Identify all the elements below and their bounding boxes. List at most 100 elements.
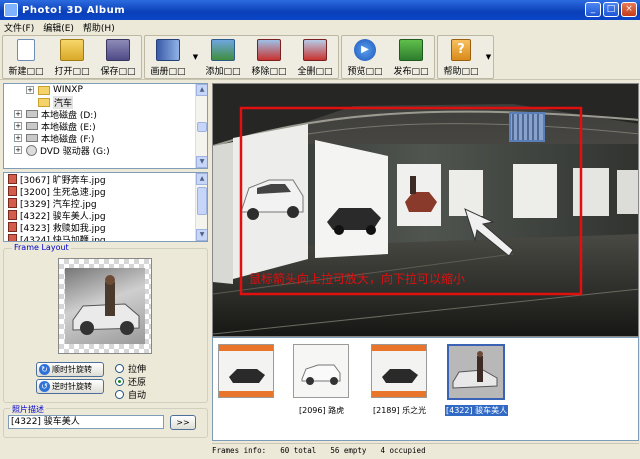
save-button[interactable]: 保存□□ xyxy=(95,36,141,78)
new-document-icon xyxy=(17,39,35,61)
list-item[interactable]: [3067] 旷野奔车.jpg xyxy=(4,173,207,186)
album-3d-view[interactable]: 鼠标箭头向上拉可放大，向下拉可以缩小 xyxy=(212,83,639,337)
thumbnail-item-selected[interactable] xyxy=(447,344,505,400)
list-item[interactable]: [4322] 骏车美人.jpg xyxy=(4,209,207,222)
list-item[interactable]: [3329] 汽车控.jpg xyxy=(4,197,207,210)
preview-photo xyxy=(65,268,145,344)
drive-icon xyxy=(26,122,38,130)
rotate-counterclockwise-icon: ↺ xyxy=(39,381,50,392)
rotate-counterclockwise-button[interactable]: ↺ 逆时针旋转 xyxy=(36,379,104,394)
image-file-icon xyxy=(8,186,17,196)
scene-graphic xyxy=(213,84,638,336)
album-icon xyxy=(156,39,180,61)
help-dropdown-arrow[interactable]: ▼ xyxy=(484,36,493,78)
publish-button[interactable]: 发布□□ xyxy=(388,36,434,78)
thumbnail-item[interactable] xyxy=(293,344,349,398)
add-image-icon xyxy=(211,39,235,61)
expand-icon[interactable]: + xyxy=(14,122,22,130)
thumbnail-caption: [2189] 乐之光 xyxy=(373,406,427,415)
scroll-up-icon[interactable]: ▲ xyxy=(196,84,207,96)
radio-circle-selected[interactable] xyxy=(115,377,124,386)
thumbnail-image xyxy=(372,345,426,397)
thumbnail-strip[interactable]: [2096] 路虎 [2189] 乐之光 [4322] 骏车美人 xyxy=(212,337,639,441)
frame-layout-title: Frame Layout xyxy=(12,243,71,252)
close-button[interactable]: × xyxy=(621,2,637,17)
tree-item[interactable]: + 本地磁盘 (F:) xyxy=(4,132,207,145)
scroll-down-icon[interactable]: ▼ xyxy=(196,156,207,168)
scroll-down-icon[interactable]: ▼ xyxy=(196,229,207,241)
scroll-thumb[interactable] xyxy=(197,122,207,132)
tree-item[interactable]: + 本地磁盘 (E:) xyxy=(4,120,207,133)
app-icon xyxy=(4,3,18,17)
scroll-thumb[interactable] xyxy=(197,187,207,215)
save-disk-icon xyxy=(106,39,130,61)
maximize-button[interactable]: □ xyxy=(603,2,619,17)
help-icon: ? xyxy=(451,39,471,61)
thumbnail-image xyxy=(294,345,348,397)
toolbar: 新建□□ 打开□□ 保存□□ 画册□□ ▼ 添加□□ 移除□□ 全删□□ ▶ 预… xyxy=(0,35,640,80)
rotate-clockwise-icon: ↻ xyxy=(39,364,50,375)
folder-icon xyxy=(38,85,50,95)
folder-icon xyxy=(38,97,50,107)
radio-circle[interactable] xyxy=(115,390,124,399)
tree-item[interactable]: + DVD 驱动器 (G:) xyxy=(4,144,207,157)
album-button[interactable]: 画册□□ xyxy=(145,36,191,78)
remove-all-button[interactable]: 全删□□ xyxy=(292,36,338,78)
menu-edit[interactable]: 编辑(E) xyxy=(43,21,74,34)
rotate-clockwise-button[interactable]: ↻ 顺时针旋转 xyxy=(36,362,104,377)
frames-empty: 56 empty xyxy=(330,446,367,455)
radio-auto[interactable]: 自动 xyxy=(115,388,146,401)
expand-icon[interactable]: + xyxy=(26,86,34,94)
tree-item[interactable]: + WINXP xyxy=(4,84,207,96)
tree-item[interactable]: + 本地磁盘 (D:) xyxy=(4,108,207,121)
add-button[interactable]: 添加□□ xyxy=(200,36,246,78)
expand-icon[interactable]: + xyxy=(14,110,22,118)
photo-description-input[interactable]: [4322] 骏车美人 xyxy=(8,415,164,429)
tree-item-selected[interactable]: 汽车 xyxy=(4,95,207,109)
menu-file[interactable]: 文件(F) xyxy=(4,21,34,34)
list-item[interactable]: [4324] 快马加鞭.jpg xyxy=(4,233,207,241)
thumbnail-image xyxy=(449,346,503,398)
title-bar: Photo! 3D Album _ □ × xyxy=(0,0,640,20)
scroll-up-icon[interactable]: ▲ xyxy=(196,173,207,185)
radio-restore[interactable]: 还原 xyxy=(115,375,146,388)
remove-all-icon xyxy=(303,39,327,61)
menu-help[interactable]: 帮助(H) xyxy=(83,21,115,34)
image-file-icon xyxy=(8,222,17,232)
file-list[interactable]: [3067] 旷野奔车.jpg [3200] 生死急速.jpg [3329] 汽… xyxy=(3,172,208,242)
apply-description-button[interactable]: >> xyxy=(170,415,196,430)
frame-preview xyxy=(58,258,152,354)
thumbnail-item[interactable] xyxy=(371,344,427,398)
play-icon: ▶ xyxy=(354,39,376,61)
image-file-icon xyxy=(8,174,17,184)
file-list-scrollbar[interactable]: ▲ ▼ xyxy=(195,173,207,241)
menu-bar: 文件(F) 编辑(E) 帮助(H) xyxy=(0,20,640,34)
thumbnail-caption-selected: [4322] 骏车美人 xyxy=(445,405,509,416)
dvd-drive-icon xyxy=(26,144,37,156)
open-button[interactable]: 打开□□ xyxy=(49,36,95,78)
thumbnail-item[interactable] xyxy=(218,344,274,398)
new-button[interactable]: 新建□□ xyxy=(3,36,49,78)
minimize-button[interactable]: _ xyxy=(585,2,601,17)
list-item[interactable]: [3200] 生死急速.jpg xyxy=(4,185,207,198)
image-file-icon xyxy=(8,210,17,220)
folder-tree[interactable]: + WINXP 汽车 + 本地磁盘 (D:) + 本地磁盘 (E:) + 本地磁… xyxy=(3,83,208,169)
image-file-icon xyxy=(8,198,17,208)
publish-icon xyxy=(399,39,423,61)
thumbnail-caption: [2096] 路虎 xyxy=(299,406,345,415)
remove-image-icon xyxy=(257,39,281,61)
radio-circle[interactable] xyxy=(115,364,124,373)
list-item[interactable]: [4323] 救赎如我.jpg xyxy=(4,221,207,234)
status-bar: Frames info: 60 total 56 empty 4 occupie… xyxy=(212,443,639,457)
remove-button[interactable]: 移除□□ xyxy=(246,36,292,78)
help-button[interactable]: ? 帮助□□ xyxy=(438,36,484,78)
radio-stretch[interactable]: 拉伸 xyxy=(115,362,146,375)
preview-button[interactable]: ▶ 预览□□ xyxy=(342,36,388,78)
scene-hint-text: 鼠标箭头向上拉可放大，向下拉可以缩小 xyxy=(249,272,466,286)
expand-icon[interactable]: + xyxy=(14,134,22,142)
tree-scrollbar[interactable]: ▲ ▼ xyxy=(195,84,207,168)
album-dropdown-arrow[interactable]: ▼ xyxy=(191,36,200,78)
thumbnail-image xyxy=(219,345,273,397)
expand-icon[interactable]: + xyxy=(14,146,22,154)
frames-total: 60 total xyxy=(280,446,317,455)
